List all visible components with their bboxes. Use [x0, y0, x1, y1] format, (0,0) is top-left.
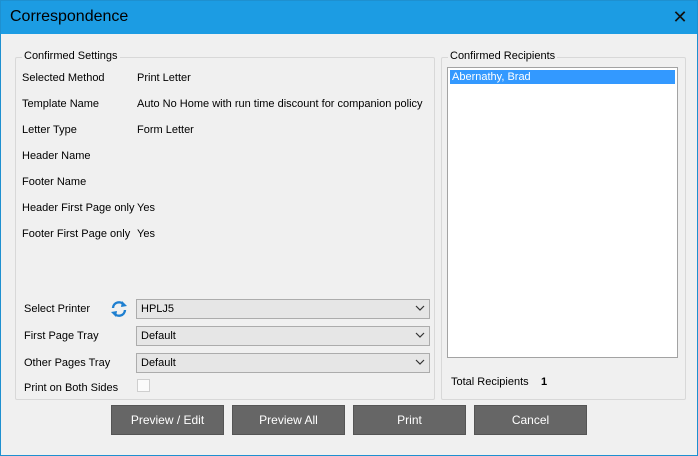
- correspondence-dialog: Correspondence ✕ Confirmed Settings Sele…: [0, 0, 698, 456]
- letter-type-label: Letter Type: [22, 124, 77, 136]
- select-printer-label: Select Printer: [24, 303, 91, 315]
- confirmed-settings-title: Confirmed Settings: [22, 50, 120, 62]
- total-recipients-label: Total Recipients: [451, 376, 529, 388]
- header-first-page-value: Yes: [137, 202, 155, 214]
- print-both-sides-label: Print on Both Sides: [24, 382, 119, 394]
- template-name-label: Template Name: [22, 98, 100, 110]
- letter-type-value: Form Letter: [137, 124, 194, 136]
- print-both-sides-checkbox[interactable]: [137, 379, 150, 392]
- printer-select-value: HPLJ5: [141, 303, 175, 315]
- title-bar: Correspondence ✕: [1, 1, 697, 34]
- selected-method-value: Print Letter: [137, 72, 191, 84]
- footer-name-label: Footer Name: [22, 176, 87, 188]
- list-item[interactable]: Abernathy, Brad: [450, 70, 675, 84]
- close-icon[interactable]: ✕: [663, 1, 697, 34]
- header-name-label: Header Name: [22, 150, 91, 162]
- chevron-down-icon: [415, 332, 425, 338]
- selected-method-label: Selected Method: [22, 72, 105, 84]
- header-first-page-label: Header First Page only: [22, 202, 135, 214]
- confirmed-recipients-title: Confirmed Recipients: [448, 50, 558, 62]
- preview-all-button[interactable]: Preview All: [232, 405, 345, 435]
- chevron-down-icon: [415, 359, 425, 365]
- printer-select[interactable]: HPLJ5: [136, 299, 430, 319]
- template-name-value: Auto No Home with run time discount for …: [137, 98, 423, 110]
- first-page-tray-value: Default: [141, 330, 176, 342]
- other-pages-tray-label: Other Pages Tray: [24, 357, 111, 369]
- refresh-icon[interactable]: [109, 299, 129, 319]
- preview-edit-button[interactable]: Preview / Edit: [111, 405, 224, 435]
- window-title: Correspondence: [10, 8, 129, 25]
- print-button[interactable]: Print: [353, 405, 466, 435]
- chevron-down-icon: [415, 305, 425, 311]
- first-page-tray-label: First Page Tray: [24, 330, 99, 342]
- cancel-button[interactable]: Cancel: [474, 405, 587, 435]
- footer-first-page-value: Yes: [137, 228, 155, 240]
- footer-first-page-label: Footer First Page only: [22, 228, 131, 240]
- total-recipients-value: 1: [541, 376, 548, 388]
- other-pages-tray-select[interactable]: Default: [136, 353, 430, 373]
- other-pages-tray-value: Default: [141, 357, 176, 369]
- first-page-tray-select[interactable]: Default: [136, 326, 430, 346]
- recipients-list[interactable]: Abernathy, Brad: [447, 67, 678, 358]
